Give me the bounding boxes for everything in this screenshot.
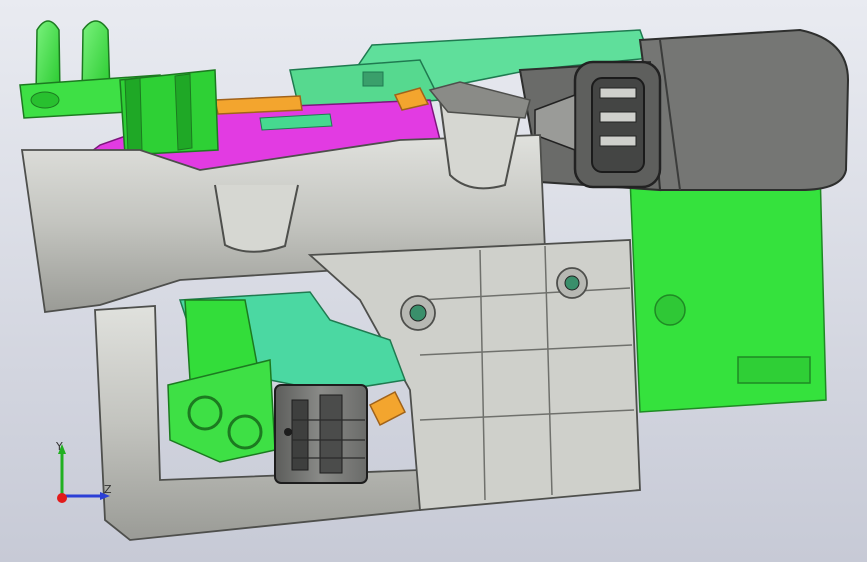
cover-slot <box>362 71 384 87</box>
coordinate-triad: Y Z <box>55 440 112 503</box>
y-axis-label: Y <box>55 440 63 453</box>
pcb-mount-hole <box>654 294 686 326</box>
green-lever-rings <box>167 359 276 463</box>
x-axis-origin-dot <box>57 493 67 503</box>
cad-model-scene[interactable] <box>0 0 867 562</box>
green-terminal-posts[interactable] <box>19 20 219 156</box>
orange-clip <box>368 390 407 427</box>
pcb-pad <box>737 356 811 384</box>
z-axis-label: Z <box>104 483 112 496</box>
connector-pins <box>599 87 637 147</box>
lower-switch-assembly[interactable] <box>167 291 407 484</box>
black-switch-block[interactable] <box>274 384 368 484</box>
green-pcb-plate[interactable] <box>629 167 827 413</box>
cad-3d-viewport[interactable]: Y Z <box>0 0 867 562</box>
